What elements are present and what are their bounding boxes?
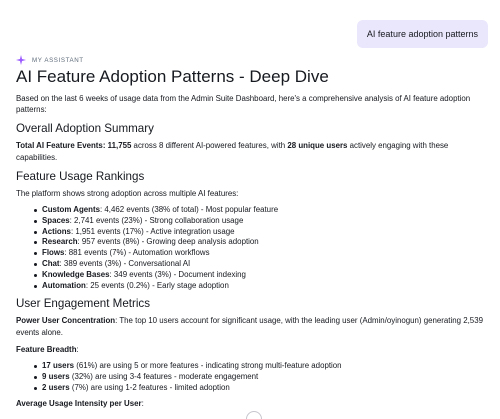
user-message-bubble: AI feature adoption patterns	[356, 20, 488, 48]
concentration-paragraph: Power User Concentration: The top 10 use…	[16, 316, 483, 337]
list-item: Automation: 25 events (0.2%) - Early sta…	[34, 281, 488, 292]
assistant-label: MY ASSISTANT	[32, 56, 84, 64]
list-item: 9 users (32%) are using 3-4 features - m…	[34, 372, 488, 383]
rankings-heading: Feature Usage Rankings	[16, 169, 145, 183]
feature-rankings-list: Custom Agents: 4,462 events (38% of tota…	[34, 205, 488, 291]
overall-label: Total AI Feature Events:	[16, 141, 106, 151]
list-item: Spaces: 2,741 events (23%) - Strong coll…	[34, 216, 488, 227]
concentration-label: Power User Concentration	[16, 316, 116, 326]
list-item: 17 users (61%) are using 5 or more featu…	[34, 361, 488, 372]
list-item: Flows: 881 events (7%) - Automation work…	[34, 248, 488, 259]
overall-total: 11,755	[107, 141, 132, 151]
assistant-header: MY ASSISTANT	[16, 55, 84, 65]
list-item: Research: 957 events (8%) - Growing deep…	[34, 237, 488, 248]
intro-paragraph: Based on the last 6 weeks of usage data …	[16, 94, 471, 115]
intensity-label-line: Average Usage Intensity per User:	[16, 399, 144, 409]
engagement-heading: User Engagement Metrics	[16, 297, 151, 311]
overall-paragraph: Total AI Feature Events: 11,755 across 8…	[16, 141, 449, 162]
rankings-intro: The platform shows strong adoption acros…	[16, 188, 239, 198]
list-item: Chat: 389 events (3%) - Conversational A…	[34, 259, 488, 270]
list-item: Custom Agents: 4,462 events (38% of tota…	[34, 205, 488, 216]
breadth-label-line: Feature Breadth:	[16, 344, 79, 354]
list-item: Knowledge Bases: 349 events (3%) - Docum…	[34, 270, 488, 281]
feature-breadth-list: 17 users (61%) are using 5 or more featu…	[34, 361, 488, 393]
overall-users: 28 unique users	[287, 141, 348, 151]
list-item: 2 users (7%) are using 1-2 features - li…	[34, 383, 488, 394]
assistant-response: AI Feature Adoption Patterns - Deep Dive…	[16, 66, 488, 416]
list-item: Actions: 1,951 events (17%) - Active int…	[34, 227, 488, 238]
user-message-text: AI feature adoption patterns	[366, 29, 478, 39]
response-title: AI Feature Adoption Patterns - Deep Dive	[16, 67, 329, 86]
sparkle-icon	[16, 55, 26, 65]
chevron-down-icon: ⌄	[250, 414, 258, 419]
overall-heading: Overall Adoption Summary	[16, 122, 154, 136]
